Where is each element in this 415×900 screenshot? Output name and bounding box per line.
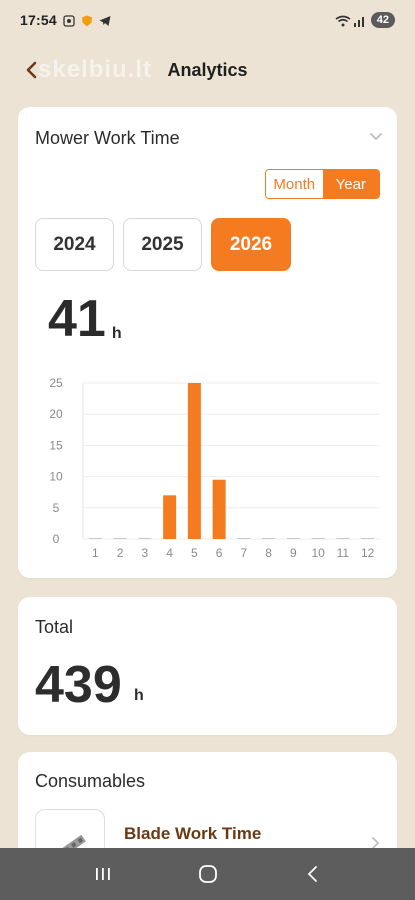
toggle-month[interactable]: Month — [266, 170, 323, 198]
year-button-2026[interactable]: 2026 — [211, 218, 291, 271]
mower-work-time-card: Mower Work Time Month Year 2024 2025 202… — [18, 107, 397, 578]
recents-button[interactable] — [88, 859, 118, 889]
bar-month-6[interactable] — [212, 479, 226, 539]
x-tick-label: 6 — [216, 546, 223, 560]
back-nav-button[interactable] — [298, 859, 328, 889]
y-tick-label: 25 — [49, 376, 63, 390]
blade-work-time-label[interactable]: Blade Work Time — [124, 824, 261, 844]
consumables-title: Consumables — [35, 771, 146, 791]
status-right: 42 — [335, 12, 395, 28]
work-time-total: 41 h — [48, 293, 122, 345]
x-tick-label: 10 — [311, 546, 325, 560]
y-tick-label: 10 — [49, 470, 63, 484]
x-tick-label: 2 — [117, 546, 124, 560]
work-hours-value: 41 — [48, 290, 106, 348]
year-button-2025[interactable]: 2025 — [123, 218, 202, 271]
shield-badge-icon — [81, 14, 93, 27]
app-bar: skelbiu.lt Analytics — [0, 48, 415, 94]
page-title: Analytics — [167, 60, 248, 80]
x-tick-label: 5 — [191, 546, 198, 560]
chevron-down-icon[interactable] — [369, 129, 383, 147]
system-navigation-bar — [0, 848, 415, 900]
y-tick-label: 15 — [49, 438, 63, 452]
x-tick-label: 7 — [241, 546, 248, 560]
x-tick-label: 11 — [337, 546, 350, 560]
y-tick-label: 5 — [53, 501, 60, 515]
total-card: Total 439 h — [18, 597, 397, 735]
x-tick-label: 12 — [361, 546, 375, 560]
total-value: 439 — [35, 656, 122, 714]
status-time: 17:54 — [20, 12, 57, 28]
bar-month-5[interactable] — [187, 383, 201, 539]
total-title: Total — [35, 617, 74, 637]
work-hours-unit: h — [111, 325, 122, 342]
signal-icon — [353, 14, 365, 27]
month-year-toggle: Month Year — [265, 169, 380, 199]
status-bar: 17:54 42 — [0, 0, 415, 40]
year-button-2024[interactable]: 2024 — [35, 218, 114, 271]
x-tick-label: 1 — [92, 546, 99, 560]
monthly-work-time-chart: 05101520251 2 3 4 5 6 7 8 9 10 11 12 — [49, 376, 380, 560]
status-left: 17:54 — [20, 12, 111, 28]
x-tick-label: 3 — [142, 546, 149, 560]
x-tick-label: 4 — [166, 546, 173, 560]
y-tick-label: 20 — [49, 407, 63, 421]
x-tick-label: 9 — [290, 546, 297, 560]
home-button[interactable] — [193, 859, 223, 889]
y-tick-label: 0 — [53, 532, 60, 546]
recents-icon — [95, 868, 110, 880]
x-tick-label: 8 — [265, 546, 272, 560]
screenshot-icon — [63, 14, 75, 27]
battery-indicator: 42 — [370, 12, 395, 28]
year-selector: 2024 2025 2026 — [35, 218, 291, 271]
toggle-year[interactable]: Year — [322, 170, 379, 198]
card-title: Mower Work Time — [35, 128, 180, 148]
home-icon — [198, 865, 217, 883]
total-unit: h — [134, 687, 144, 704]
wifi-icon — [335, 14, 351, 27]
bar-month-4[interactable] — [163, 495, 177, 539]
telegram-icon — [99, 14, 111, 26]
back-icon — [307, 866, 317, 882]
